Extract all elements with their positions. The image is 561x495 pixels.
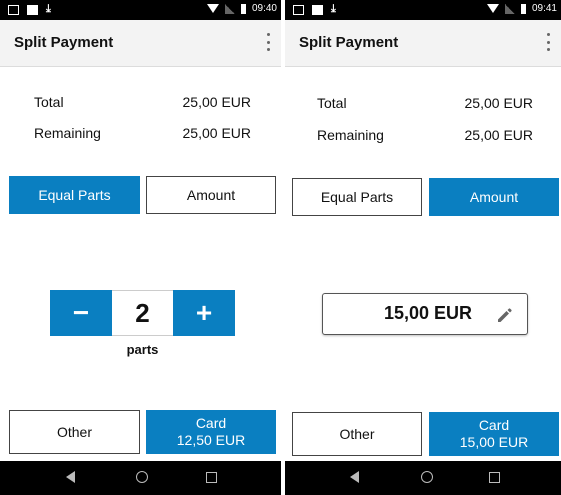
equal-parts-tab[interactable]: Equal Parts — [292, 178, 422, 216]
parts-label: parts — [126, 342, 159, 357]
card-amount: 15,00 EUR — [459, 434, 529, 450]
amount-input[interactable]: 15,00 EUR — [322, 293, 528, 335]
status-bar: ⤓ 09:41 — [285, 0, 561, 20]
app-bar: Split Payment — [285, 20, 561, 67]
home-icon[interactable] — [136, 471, 148, 483]
equal-parts-tab[interactable]: Equal Parts — [9, 176, 140, 214]
back-icon[interactable] — [350, 471, 359, 483]
other-label: Other — [339, 426, 375, 442]
parts-stepper: − 2 + — [50, 290, 235, 336]
signal-icon — [504, 3, 515, 14]
wifi-icon — [486, 4, 499, 13]
back-icon[interactable] — [66, 471, 75, 483]
remaining-row: Remaining 25,00 EUR — [317, 127, 533, 147]
other-payment-button[interactable]: Other — [9, 410, 140, 454]
download-icon: ⤓ — [46, 3, 51, 15]
remaining-label: Remaining — [34, 125, 101, 141]
remaining-row: Remaining 25,00 EUR — [34, 125, 251, 145]
amount-value: 15,00 EUR — [383, 303, 472, 323]
battery-icon — [520, 3, 526, 14]
status-time: 09:41 — [531, 3, 557, 14]
total-label: Total — [317, 95, 347, 111]
remaining-label: Remaining — [317, 127, 384, 143]
download-icon: ⤓ — [331, 3, 336, 15]
other-payment-button[interactable]: Other — [292, 412, 422, 456]
status-bar: ⤓ 09:40 — [0, 0, 281, 20]
amount-tab[interactable]: Amount — [146, 176, 276, 214]
notification-icon — [8, 4, 19, 15]
battery-icon — [240, 3, 246, 14]
card-payment-button[interactable]: Card 15,00 EUR — [429, 412, 559, 456]
status-time: 09:40 — [251, 3, 277, 14]
home-icon[interactable] — [421, 471, 433, 483]
card-amount: 12,50 EUR — [176, 432, 246, 448]
total-value: 25,00 EUR — [464, 95, 533, 111]
card-label: Card — [195, 415, 227, 431]
image-notification-icon — [27, 4, 38, 15]
remaining-value: 25,00 EUR — [182, 125, 251, 141]
total-row: Total 25,00 EUR — [34, 94, 251, 114]
signal-icon — [224, 3, 235, 14]
total-value: 25,00 EUR — [182, 94, 251, 110]
navigation-bar — [285, 461, 561, 495]
total-label: Total — [34, 94, 64, 110]
parts-count: 2 — [112, 290, 173, 336]
wifi-icon — [206, 4, 219, 13]
decrement-button[interactable]: − — [50, 290, 112, 336]
app-bar: Split Payment — [0, 20, 281, 67]
page-title: Split Payment — [299, 34, 399, 51]
phone-screen-amount: ⤓ 09:41 Split Payment Total 25,00 EUR Re… — [285, 0, 561, 495]
recents-icon[interactable] — [206, 472, 217, 483]
image-notification-icon — [312, 4, 323, 15]
notification-icon — [293, 4, 304, 15]
phone-screen-equal-parts: ⤓ 09:40 Split Payment Total 25,00 EUR Re… — [0, 0, 281, 495]
card-payment-button[interactable]: Card 12,50 EUR — [146, 410, 276, 454]
increment-button[interactable]: + — [173, 290, 235, 336]
total-row: Total 25,00 EUR — [317, 95, 533, 115]
page-title: Split Payment — [14, 34, 114, 51]
navigation-bar — [0, 461, 281, 495]
overflow-menu-icon[interactable] — [545, 33, 551, 51]
remaining-value: 25,00 EUR — [464, 127, 533, 143]
card-label: Card — [478, 417, 510, 433]
pencil-icon[interactable] — [495, 305, 515, 325]
amount-tab[interactable]: Amount — [429, 178, 559, 216]
overflow-menu-icon[interactable] — [265, 33, 271, 51]
recents-icon[interactable] — [489, 472, 500, 483]
other-label: Other — [56, 424, 92, 440]
